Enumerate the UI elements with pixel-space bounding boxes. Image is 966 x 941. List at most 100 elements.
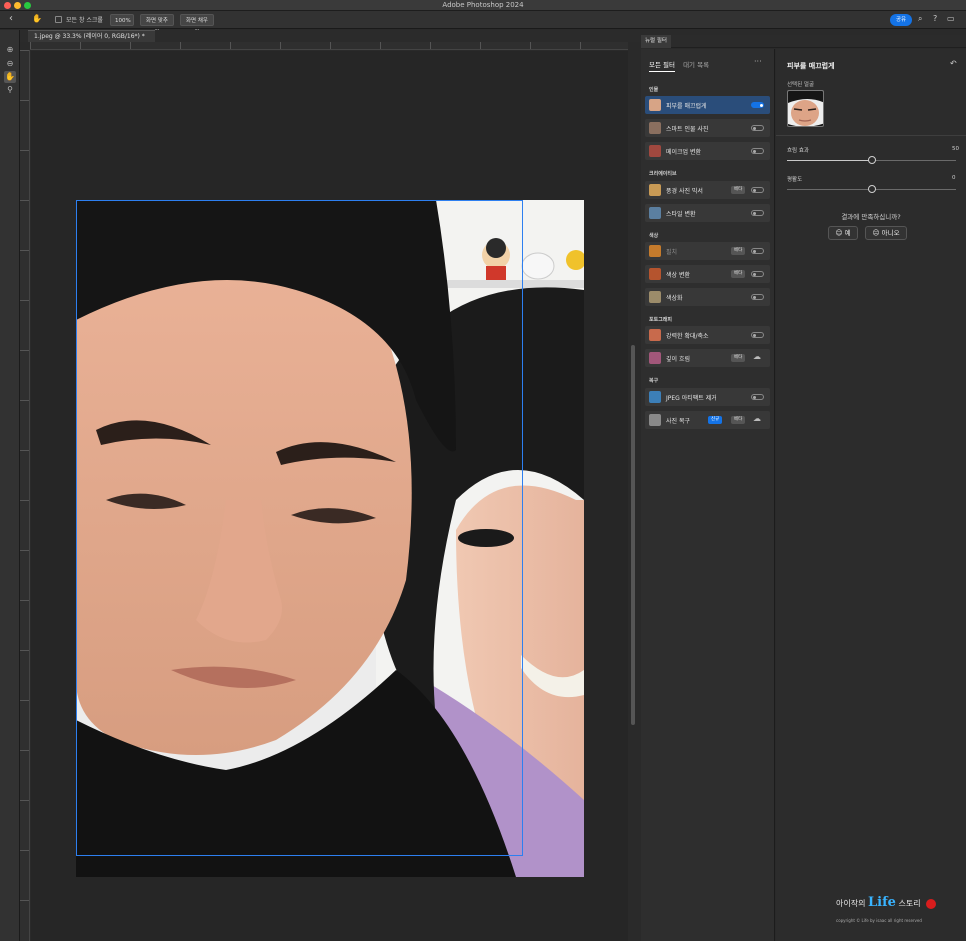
- filter-skin-smoothing[interactable]: 피부를 매끄럽게: [645, 96, 770, 114]
- help-icon[interactable]: ?: [933, 14, 937, 23]
- harmonization-toggle[interactable]: [751, 248, 764, 254]
- watermark-brand: Life: [868, 895, 896, 910]
- filter-makeup-transfer[interactable]: 메이크업 변환: [645, 142, 770, 160]
- color-transfer-toggle[interactable]: [751, 271, 764, 277]
- filter-harmonization[interactable]: 필치 베타: [645, 242, 770, 260]
- yes-button[interactable]: ☺ 예: [828, 226, 858, 240]
- watermark-copyright: copyright © Life by isaac all right rese…: [836, 918, 922, 923]
- section-portraits: 인물: [649, 87, 659, 93]
- beta-badge: 베타: [731, 354, 746, 362]
- filter-style-transfer[interactable]: 스타일 변환: [645, 204, 770, 222]
- filter-label: 풍경 사진 믹서: [666, 188, 703, 195]
- filter-smart-portrait[interactable]: 스마트 인물 사진: [645, 119, 770, 137]
- beta-badge: 베타: [731, 270, 746, 278]
- style-transfer-thumb-icon: [649, 207, 661, 219]
- filter-super-zoom[interactable]: 강력한 확대/축소: [645, 326, 770, 344]
- canvas-vertical-scrollbar[interactable]: [631, 345, 635, 725]
- filter-color-transfer[interactable]: 색상 변환 베타: [645, 265, 770, 283]
- skin-smoothing-toggle[interactable]: [751, 102, 764, 108]
- filter-photo-restoration[interactable]: 사진 복구 신규 베타 ☁: [645, 411, 770, 429]
- photo-restoration-thumb-icon: [649, 414, 661, 426]
- smile-icon: ☺: [835, 229, 843, 237]
- yes-label: 예: [844, 229, 851, 237]
- fit-screen-button[interactable]: 화면 맞추기: [140, 14, 174, 36]
- zoom-in-icon[interactable]: ⊕: [4, 44, 16, 56]
- document-tab[interactable]: 1.jpeg @ 33.3% (레이어 0, RGB/16*) *: [28, 30, 155, 42]
- tab-wait-list[interactable]: 대기 목록: [683, 59, 709, 69]
- hand-tool-icon[interactable]: ✋: [4, 71, 16, 83]
- makeup-transfer-toggle[interactable]: [751, 148, 764, 154]
- scroll-all-windows-checkbox[interactable]: [55, 16, 62, 23]
- back-chevron-icon[interactable]: ‹: [9, 13, 13, 24]
- smoothness-slider[interactable]: [787, 185, 956, 193]
- harmonization-thumb-icon: [649, 245, 661, 257]
- panel-header: 뉴럴 필터: [641, 35, 966, 48]
- title-bar: Adobe Photoshop 2024: [0, 0, 966, 11]
- colorize-thumb-icon: [649, 291, 661, 303]
- neural-filters-tab[interactable]: 뉴럴 필터: [641, 35, 671, 48]
- filter-label: 색상화: [666, 295, 683, 302]
- smoothness-value: 0: [952, 175, 956, 181]
- zoom-out-icon[interactable]: ⊖: [4, 58, 16, 70]
- landscape-mixer-toggle[interactable]: [751, 187, 764, 193]
- smoothness-label: 평활도: [787, 177, 803, 183]
- settings-title: 피부를 매끄럽게: [787, 62, 835, 70]
- reset-icon[interactable]: ↶: [950, 59, 957, 68]
- window-title: Adobe Photoshop 2024: [442, 1, 524, 9]
- filter-label: 깊이 흐림: [666, 356, 690, 363]
- filter-label: 필치: [666, 249, 678, 256]
- workspace-icon[interactable]: ▭: [947, 14, 955, 23]
- cloud-download-icon[interactable]: ☁: [753, 414, 761, 423]
- options-bar: ‹ ✋ 모든 창 스크롤 100% 화면 맞추기 화면 채우기 공유 ⌕ ? ▭: [0, 11, 966, 36]
- skin-smoothing-thumb-icon: [649, 99, 661, 111]
- blur-value: 50: [952, 146, 959, 152]
- blur-label: 흐림 효과: [787, 148, 809, 154]
- beta-badge: 베타: [731, 186, 746, 194]
- cloud-download-icon[interactable]: ☁: [753, 352, 761, 361]
- smart-portrait-toggle[interactable]: [751, 125, 764, 131]
- filter-colorize[interactable]: 색상화: [645, 288, 770, 306]
- makeup-transfer-thumb-icon: [649, 145, 661, 157]
- fill-screen-button[interactable]: 화면 채우기: [180, 14, 214, 36]
- color-transfer-thumb-icon: [649, 268, 661, 280]
- tab-all-filters[interactable]: 모든 필터: [649, 59, 675, 72]
- filter-label: 강력한 확대/축소: [666, 333, 709, 340]
- vertical-ruler: [20, 50, 30, 941]
- filter-label: JPEG 아티팩트 제거: [666, 395, 717, 402]
- neural-filters-list: 모든 필터 대기 목록 ··· 인물 피부를 매끄럽게 스마트 인물 사진 메이…: [641, 49, 775, 941]
- share-button[interactable]: 공유: [890, 14, 912, 26]
- watermark-prefix: 아이작의: [836, 899, 866, 908]
- section-color: 색상: [649, 233, 659, 239]
- search-icon[interactable]: ⌕: [918, 14, 922, 24]
- jpeg-artifacts-thumb-icon: [649, 391, 661, 403]
- document-photo[interactable]: [76, 200, 584, 877]
- jpeg-artifacts-toggle[interactable]: [751, 394, 764, 400]
- blur-slider-fill: [787, 160, 872, 161]
- section-restoration: 복구: [649, 378, 659, 384]
- horizontal-ruler: [30, 42, 628, 50]
- blur-slider-knob[interactable]: [867, 156, 876, 164]
- filter-jpeg-artifacts-removal[interactable]: JPEG 아티팩트 제거: [645, 388, 770, 406]
- super-zoom-toggle[interactable]: [751, 332, 764, 338]
- filter-settings-panel: 피부를 매끄럽게 ↶ 선택된 얼굴 흐림 효과 50 평활도 0 결과에 만족하…: [776, 49, 966, 941]
- selected-face-thumbnail[interactable]: [787, 90, 824, 127]
- beta-badge: 베타: [731, 416, 746, 424]
- filter-tabs: 모든 필터 대기 목록: [649, 59, 715, 72]
- blur-slider[interactable]: [787, 156, 956, 164]
- filter-label: 스타일 변환: [666, 211, 696, 218]
- filter-depth-blur[interactable]: 깊이 흐림 베타 ☁: [645, 349, 770, 367]
- watermark-heart-icon: [926, 899, 937, 909]
- smoothness-slider-knob[interactable]: [867, 185, 876, 193]
- zoom-tool-icon[interactable]: ⚲: [4, 84, 16, 96]
- tools-panel: ⊕ ⊖ ✋ ⚲: [0, 30, 20, 941]
- selected-face-label: 선택된 얼굴: [787, 82, 815, 88]
- more-options-icon[interactable]: ···: [754, 57, 762, 66]
- landscape-mixer-thumb-icon: [649, 184, 661, 196]
- filter-landscape-mixer[interactable]: 풍경 사진 믹서 베타: [645, 181, 770, 199]
- zoom-100-button[interactable]: 100%: [110, 14, 134, 26]
- colorize-toggle[interactable]: [751, 294, 764, 300]
- hand-tool-icon[interactable]: ✋: [32, 14, 42, 23]
- style-transfer-toggle[interactable]: [751, 210, 764, 216]
- no-button[interactable]: ☹ 아니오: [865, 226, 907, 240]
- filter-label: 피부를 매끄럽게: [666, 103, 707, 110]
